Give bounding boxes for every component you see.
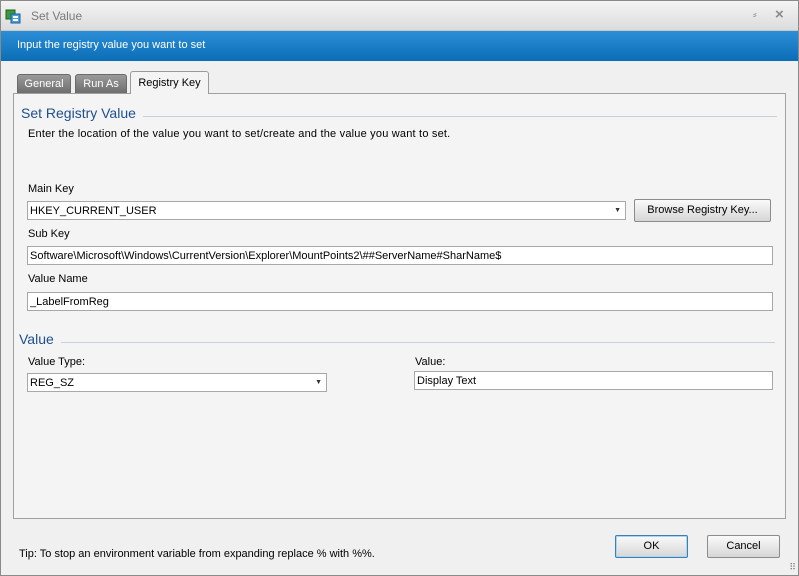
browse-registry-key-button[interactable]: Browse Registry Key... xyxy=(634,199,771,222)
close-icon[interactable]: × xyxy=(775,6,784,23)
tab-run-as[interactable]: Run As xyxy=(75,74,127,93)
main-key-dropdown[interactable]: HKEY_CURRENT_USER ▼ xyxy=(27,201,626,220)
value-name-value: _LabelFromReg xyxy=(30,296,109,308)
set-value-dialog: Set Value ⸗ × Input the registry value y… xyxy=(0,0,799,576)
section-title-set-registry-value: Set Registry Value xyxy=(21,105,136,121)
value-label: Value: xyxy=(415,356,446,368)
cancel-button[interactable]: Cancel xyxy=(707,535,780,558)
section-title-value: Value xyxy=(19,331,54,347)
value-type-dropdown[interactable]: REG_SZ ▼ xyxy=(27,373,327,392)
tab-registry-key[interactable]: Registry Key xyxy=(130,71,209,94)
chevron-down-icon: ▼ xyxy=(315,379,322,386)
value-name-input[interactable]: _LabelFromReg xyxy=(27,292,773,311)
banner-text: Input the registry value you want to set xyxy=(17,39,206,51)
registry-app-icon xyxy=(5,9,21,24)
title-bar: Set Value ⸗ × xyxy=(1,1,798,31)
sub-key-value: Software\Microsoft\Windows\CurrentVersio… xyxy=(30,250,502,262)
main-key-value: HKEY_CURRENT_USER xyxy=(30,205,157,217)
resize-grip-icon[interactable]: ⠿ xyxy=(789,562,796,573)
instruction-text: Enter the location of the value you want… xyxy=(28,128,451,140)
pin-icon[interactable]: ⸗ xyxy=(753,9,757,21)
section-divider xyxy=(143,116,777,117)
value-input[interactable]: Display Text xyxy=(414,371,773,390)
value-type-label: Value Type: xyxy=(28,356,86,368)
ok-button[interactable]: OK xyxy=(615,535,688,558)
sub-key-label: Sub Key xyxy=(28,228,70,240)
main-key-label: Main Key xyxy=(28,183,74,195)
sub-key-input[interactable]: Software\Microsoft\Windows\CurrentVersio… xyxy=(27,246,773,265)
value-value: Display Text xyxy=(417,375,477,387)
value-type-value: REG_SZ xyxy=(30,377,75,389)
tab-general[interactable]: General xyxy=(17,74,71,93)
section-divider xyxy=(61,342,775,343)
chevron-down-icon: ▼ xyxy=(614,207,621,214)
window-title: Set Value xyxy=(31,9,83,23)
tip-text: Tip: To stop an environment variable fro… xyxy=(19,548,375,560)
value-name-label: Value Name xyxy=(28,273,88,285)
instruction-banner: Input the registry value you want to set xyxy=(1,31,798,61)
